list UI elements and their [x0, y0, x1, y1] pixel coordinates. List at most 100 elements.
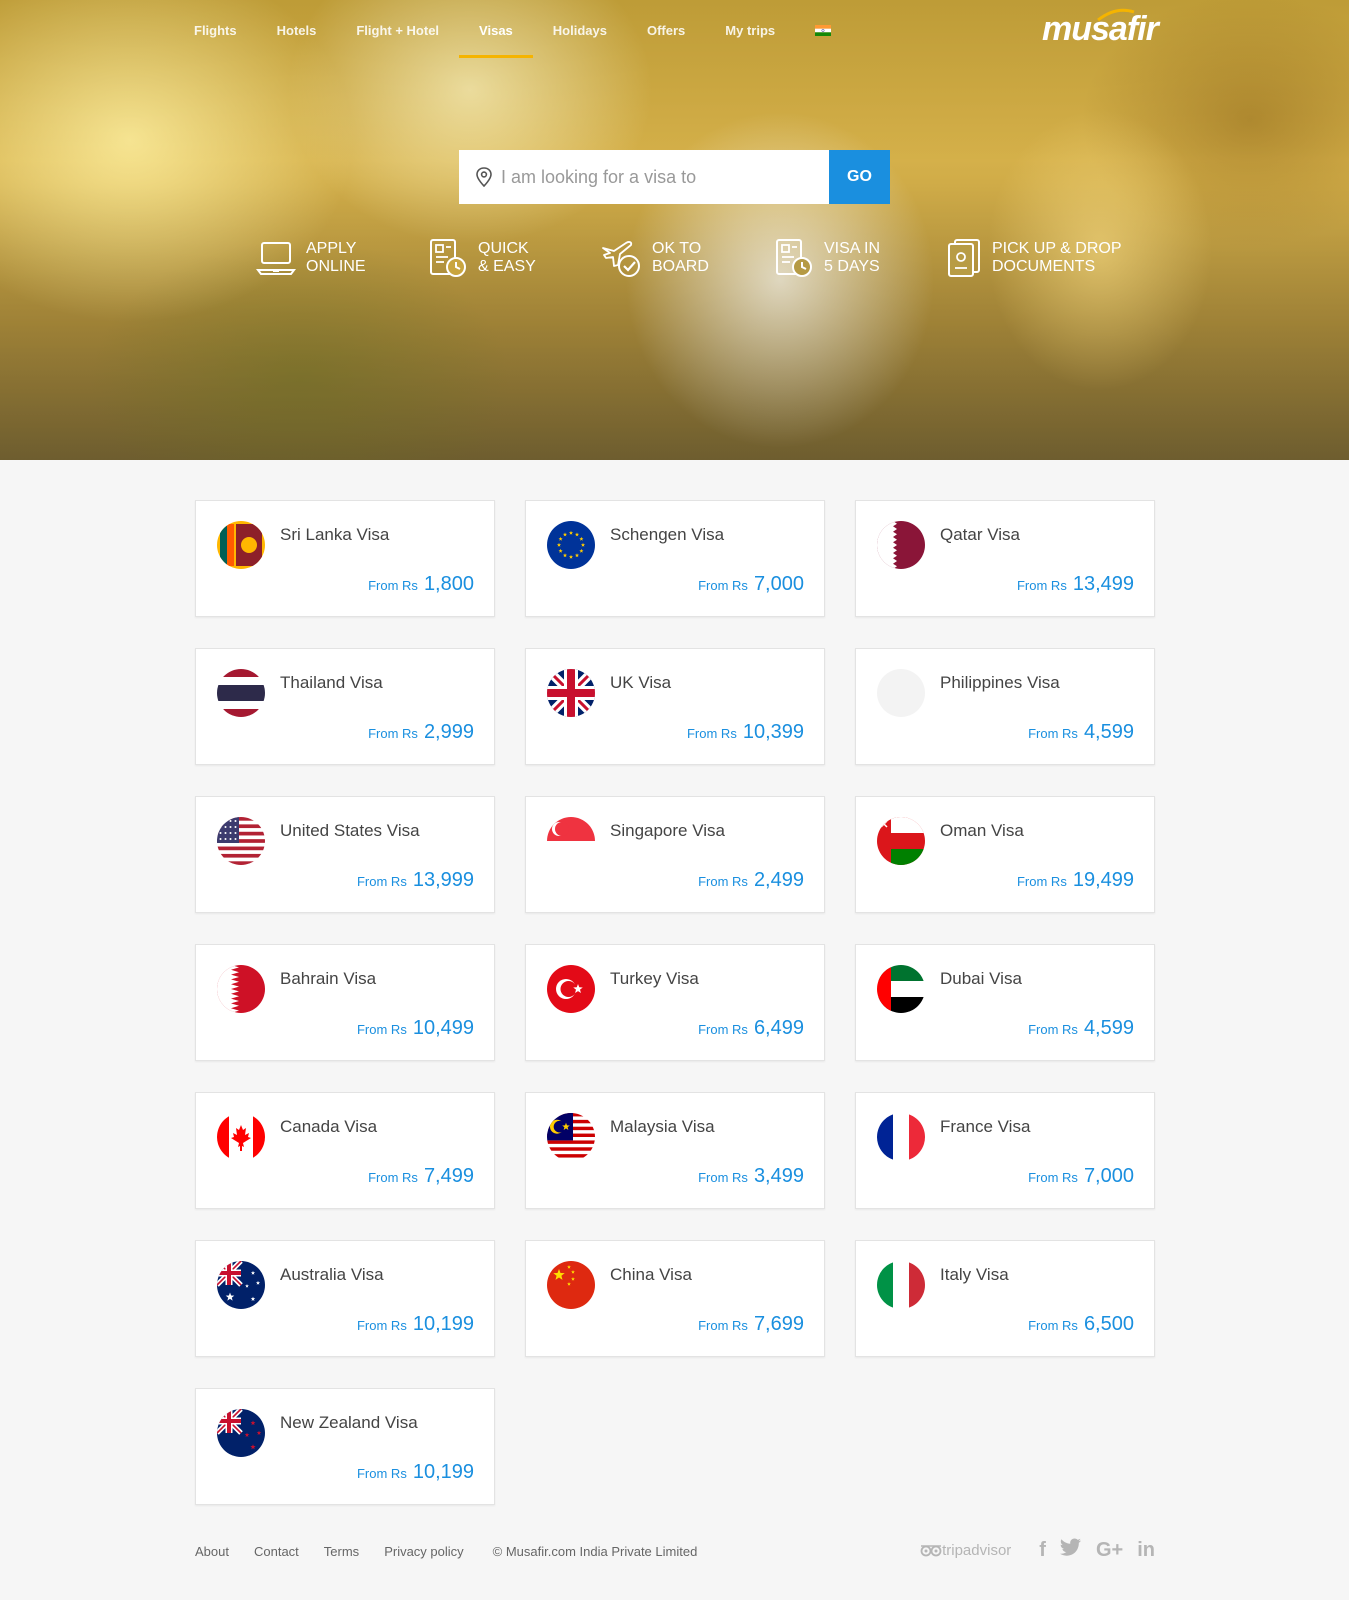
price-amount: 2,499 — [753, 869, 804, 891]
visa-price: From Rs 13,999 — [357, 869, 474, 892]
footer-link-terms[interactable]: Terms — [324, 1544, 359, 1559]
nav-flight-hotel[interactable]: Flight + Hotel — [336, 22, 459, 58]
visa-card-schengen-visa[interactable]: Schengen Visa From Rs 7,000 — [525, 500, 825, 617]
visa-price: From Rs 3,499 — [698, 1165, 804, 1188]
google-plus-icon[interactable]: G+ — [1096, 1539, 1123, 1562]
visa-destination-input[interactable] — [501, 166, 801, 188]
main-nav: Flights Hotels Flight + Hotel Visas Holi… — [174, 22, 851, 58]
visa-price: From Rs 19,499 — [1017, 869, 1134, 892]
qatar-flag-icon — [877, 521, 925, 569]
footer-link-about[interactable]: About — [195, 1544, 229, 1559]
visa-card-new-zealand-visa[interactable]: New Zealand Visa From Rs 10,199 — [195, 1388, 495, 1505]
feature-label: QUICK & EASY — [478, 240, 536, 275]
visa-name: UK Visa — [610, 673, 672, 692]
nav-visas[interactable]: Visas — [459, 22, 533, 58]
visa-name: Qatar Visa — [940, 525, 1021, 544]
visa-name: Italy Visa — [940, 1265, 1009, 1284]
hero-banner: Flights Hotels Flight + Hotel Visas Holi… — [0, 0, 1349, 460]
tripadvisor-label: tripadvisor — [942, 1541, 1012, 1559]
visa-card-malaysia-visa[interactable]: Malaysia Visa From Rs 3,499 — [525, 1092, 825, 1209]
visa-search: GO — [459, 150, 890, 204]
visa-card-philippines-visa[interactable]: Philippines Visa From Rs 4,599 — [855, 648, 1155, 765]
passport-icon — [948, 239, 980, 277]
document-clock-icon — [430, 239, 466, 277]
visa-card-thailand-visa[interactable]: Thailand Visa From Rs 2,999 — [195, 648, 495, 765]
visa-card-australia-visa[interactable]: Australia Visa From Rs 10,199 — [195, 1240, 495, 1357]
price-amount: 13,999 — [412, 869, 474, 891]
france-flag-icon — [877, 1113, 925, 1161]
visa-card-bahrain-visa[interactable]: Bahrain Visa From Rs 10,499 — [195, 944, 495, 1061]
country-selector[interactable] — [795, 22, 851, 58]
price-amount: 6,499 — [753, 1017, 804, 1039]
visa-card-singapore-visa[interactable]: Singapore Visa From Rs 2,499 — [525, 796, 825, 913]
location-pin-icon — [476, 167, 492, 187]
visa-name: United States Visa — [280, 821, 420, 840]
price-amount: 13,499 — [1072, 573, 1134, 595]
visa-card-sri-lanka-visa[interactable]: Sri Lanka Visa From Rs 1,800 — [195, 500, 495, 617]
visa-price: From Rs 13,499 — [1017, 573, 1134, 596]
canada-flag-icon — [217, 1113, 265, 1161]
tripadvisor-link[interactable]: tripadvisor — [920, 1542, 1011, 1559]
nav-my-trips[interactable]: My trips — [705, 22, 795, 58]
facebook-icon[interactable]: f — [1039, 1539, 1046, 1562]
price-amount: 4,599 — [1083, 721, 1134, 743]
price-prefix: From Rs — [356, 1318, 407, 1333]
bahrain-flag-icon — [217, 965, 265, 1013]
visa-card-dubai-visa[interactable]: Dubai Visa From Rs 4,599 — [855, 944, 1155, 1061]
visa-card-canada-visa[interactable]: Canada Visa From Rs 7,499 — [195, 1092, 495, 1209]
price-prefix: From Rs — [698, 1170, 748, 1185]
copyright: © Musafir.com India Private Limited — [492, 1544, 698, 1559]
visa-name: Dubai Visa — [940, 969, 1022, 988]
visa-name: Bahrain Visa — [280, 969, 377, 988]
price-amount: 10,499 — [412, 1017, 474, 1039]
feature-label: APPLY ONLINE — [306, 240, 366, 275]
visa-card-china-visa[interactable]: China Visa From Rs 7,699 — [525, 1240, 825, 1357]
visa-name: France Visa — [940, 1117, 1031, 1136]
price-prefix: From Rs — [686, 726, 737, 741]
visa-card-qatar-visa[interactable]: Qatar Visa From Rs 13,499 — [855, 500, 1155, 617]
visa-price: From Rs 7,000 — [698, 573, 804, 596]
price-amount: 7,499 — [423, 1165, 474, 1187]
eu-flag-icon — [547, 521, 595, 569]
visa-card-oman-visa[interactable]: Oman Visa From Rs 19,499 — [855, 796, 1155, 913]
nav-holidays[interactable]: Holidays — [533, 22, 627, 58]
visa-name: Turkey Visa — [610, 969, 699, 988]
visa-name: Singapore Visa — [610, 821, 725, 840]
visa-name: Thailand Visa — [280, 673, 383, 692]
visa-name: Canada Visa — [280, 1117, 378, 1136]
visa-price: From Rs 7,000 — [1028, 1165, 1134, 1188]
twitter-icon[interactable] — [1059, 1538, 1082, 1562]
singapore-flag-icon — [547, 817, 595, 865]
price-amount: 10,199 — [412, 1461, 474, 1483]
price-prefix: From Rs — [356, 874, 407, 889]
thailand-flag-icon — [217, 669, 265, 717]
nav-offers[interactable]: Offers — [627, 22, 705, 58]
nav-flights[interactable]: Flights — [174, 22, 257, 58]
visa-card-united-states-visa[interactable]: United States Visa From Rs 13,999 — [195, 796, 495, 913]
visa-price: From Rs 7,699 — [698, 1313, 804, 1336]
visa-price: From Rs 2,499 — [698, 869, 804, 892]
footer-link-privacy[interactable]: Privacy policy — [384, 1544, 463, 1559]
visa-card-uk-visa[interactable]: UK Visa From Rs 10,399 — [525, 648, 825, 765]
nav-hotels[interactable]: Hotels — [257, 22, 337, 58]
visa-price: From Rs 7,499 — [368, 1165, 474, 1188]
feature-apply-online: APPLY ONLINE — [256, 238, 388, 278]
price-prefix: From Rs — [698, 1318, 748, 1333]
feature-visa-5-days: VISA IN 5 DAYS — [774, 238, 906, 278]
price-prefix: From Rs — [368, 578, 418, 593]
visa-card-france-visa[interactable]: France Visa From Rs 7,000 — [855, 1092, 1155, 1209]
visa-price: From Rs 4,599 — [1028, 721, 1134, 744]
price-prefix: From Rs — [698, 578, 748, 593]
linkedin-icon[interactable]: in — [1137, 1539, 1155, 1562]
visa-name: Oman Visa — [940, 821, 1024, 840]
visa-price: From Rs 10,199 — [357, 1461, 474, 1484]
go-button[interactable]: GO — [829, 150, 890, 204]
feature-quick-easy: QUICK & EASY — [428, 238, 560, 278]
footer-link-contact[interactable]: Contact — [254, 1544, 299, 1559]
visa-card-italy-visa[interactable]: Italy Visa From Rs 6,500 — [855, 1240, 1155, 1357]
price-amount: 2,999 — [423, 721, 474, 743]
visa-price: From Rs 1,800 — [368, 573, 474, 596]
search-field[interactable] — [459, 150, 829, 204]
visa-card-turkey-visa[interactable]: Turkey Visa From Rs 6,499 — [525, 944, 825, 1061]
feature-list: APPLY ONLINE QUICK & EASY OK TO BOARD VI… — [256, 238, 1212, 278]
